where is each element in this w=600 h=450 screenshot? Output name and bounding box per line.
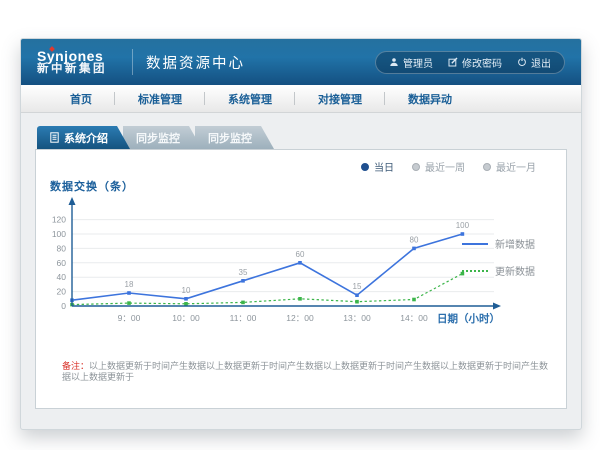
logout-icon	[517, 57, 527, 67]
svg-text:15: 15	[353, 282, 362, 291]
user-menu-label: 退出	[531, 55, 551, 70]
radio-dot	[361, 163, 369, 171]
svg-text:11：00: 11：00	[230, 313, 257, 323]
radio-dot	[483, 163, 491, 171]
nav-item-1[interactable]: 标准管理	[115, 91, 205, 107]
chart-panel: 当日 最近一周 最近一月 数据交换（条） 0 20 40 60 80 100 120 9：00 10…	[35, 149, 567, 409]
radio-label: 当日	[374, 159, 394, 174]
svg-text:12：00: 12：00	[286, 313, 314, 323]
svg-text:9：00: 9：00	[118, 313, 141, 323]
main-nav: 首页标准管理系统管理对接管理数据异动	[21, 85, 581, 113]
svg-text:120: 120	[52, 215, 66, 225]
tab-label: 同步监控	[208, 130, 252, 146]
document-icon	[50, 132, 59, 143]
user-menu-item-user[interactable]: 管理员	[389, 55, 433, 70]
tab-0[interactable]: 系统介绍	[37, 126, 130, 149]
logo-text-cn: 新中新集团	[37, 63, 107, 75]
tab-label: 同步监控	[136, 130, 180, 146]
svg-text:13：00: 13：00	[343, 313, 371, 323]
legend-label: 新增数据	[495, 236, 535, 251]
svg-text:60: 60	[296, 250, 305, 259]
filter-radio-1[interactable]: 最近一周	[412, 159, 465, 174]
edit-icon	[448, 57, 458, 67]
svg-text:14：00: 14：00	[400, 313, 428, 323]
tab-label: 系统介绍	[64, 130, 108, 146]
user-menu-item-logout[interactable]: 退出	[517, 55, 551, 70]
footnote-label: 备注：	[62, 361, 89, 371]
tab-2[interactable]: 同步监控	[195, 126, 274, 149]
legend-label: 更新数据	[495, 263, 535, 278]
svg-text:18: 18	[125, 280, 134, 289]
tab-bar: 系统介绍 同步监控 同步监控	[37, 126, 567, 149]
nav-item-4[interactable]: 数据异动	[385, 91, 475, 107]
svg-text:10：00: 10：00	[172, 313, 200, 323]
radio-label: 最近一周	[425, 159, 465, 174]
legend-swatch	[462, 243, 488, 245]
user-menu-item-edit[interactable]: 修改密码	[448, 55, 502, 70]
y-axis-title: 数据交换（条）	[50, 178, 134, 194]
svg-text:10: 10	[182, 286, 191, 295]
filter-radio-2[interactable]: 最近一月	[483, 159, 536, 174]
user-menu-label: 管理员	[403, 55, 433, 70]
svg-text:40: 40	[57, 272, 67, 282]
app-header: Synjones 新中新集团 数据资源中心 管理员 修改密码 退出	[21, 39, 581, 85]
app-window: Synjones 新中新集团 数据资源中心 管理员修改密码退出 首页标准管理系统…	[20, 38, 582, 430]
svg-text:35: 35	[239, 268, 248, 277]
header-divider	[132, 49, 133, 75]
svg-text:60: 60	[57, 258, 67, 268]
footnote: 备注：以上数据更新于时间产生数据以上数据更新于时间产生数据以上数据更新于时间产生…	[36, 361, 566, 408]
page-title: 数据资源中心	[146, 52, 245, 73]
svg-text:0: 0	[61, 301, 66, 311]
user-icon	[389, 57, 399, 67]
svg-text:80: 80	[57, 243, 67, 253]
legend-swatch	[462, 270, 488, 272]
chart-legend: 新增数据更新数据	[462, 236, 548, 278]
svg-text:100: 100	[456, 221, 470, 230]
radio-label: 最近一月	[496, 159, 536, 174]
nav-item-2[interactable]: 系统管理	[205, 91, 295, 107]
svg-text:20: 20	[57, 287, 67, 297]
logo-text-en: Synjones	[37, 49, 107, 64]
radio-dot	[412, 163, 420, 171]
svg-text:80: 80	[410, 235, 419, 244]
tab-1[interactable]: 同步监控	[123, 126, 202, 149]
time-range-filter: 当日 最近一周 最近一月	[361, 159, 536, 174]
legend-item-0: 新增数据	[462, 236, 548, 251]
user-menu: 管理员 修改密码 退出	[375, 51, 565, 74]
content-area: 系统介绍 同步监控 同步监控 当日 最近一周 最近一月 数据交换（条） 0 20 40 60 8…	[21, 113, 581, 409]
nav-item-3[interactable]: 对接管理	[295, 91, 385, 107]
legend-item-1: 更新数据	[462, 263, 548, 278]
line-chart: 0 20 40 60 80 100 120 9：00 10：00 11：00 12：00 13：00 1…	[36, 180, 506, 346]
user-menu-label: 修改密码	[462, 55, 502, 70]
svg-text:日期（小时）: 日期（小时）	[437, 312, 500, 325]
company-logo: Synjones 新中新集团	[37, 49, 107, 76]
footnote-text: 以上数据更新于时间产生数据以上数据更新于时间产生数据以上数据更新于时间产生数据以…	[62, 361, 548, 383]
nav-item-0[interactable]: 首页	[47, 91, 115, 107]
svg-text:100: 100	[52, 229, 66, 239]
filter-radio-0[interactable]: 当日	[361, 159, 394, 174]
